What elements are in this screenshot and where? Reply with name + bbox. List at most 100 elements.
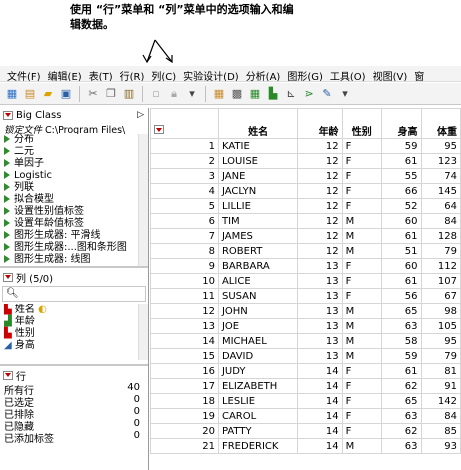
row-number[interactable]: 7 [150,228,219,244]
cell-age[interactable]: 12 [297,198,343,214]
fit-icon[interactable]: ⋗ [301,86,317,102]
cell-name[interactable]: SUSAN [217,288,299,304]
cell-weight[interactable]: 64 [420,198,461,214]
cell-sex[interactable]: M [341,303,383,319]
cell-age[interactable]: 13 [297,318,343,334]
cell-weight[interactable]: 95 [420,138,461,154]
cell-name[interactable]: LOUISE [217,153,299,169]
open-icon[interactable]: ▰ [40,86,56,102]
row-number[interactable]: 21 [150,438,219,454]
row-number[interactable]: 20 [150,423,219,439]
row-number[interactable]: 15 [150,348,219,364]
cell-height[interactable]: 63 [381,318,422,334]
cell-sex[interactable]: F [341,423,383,439]
cell-age[interactable]: 12 [297,153,343,169]
cell-age[interactable]: 14 [297,393,343,409]
new-script-icon[interactable]: ▤ [22,86,38,102]
table-corner[interactable] [150,108,219,139]
cell-weight[interactable]: 81 [420,363,461,379]
cell-height[interactable]: 62 [381,378,422,394]
cell-sex[interactable]: M [341,438,383,454]
cell-height[interactable]: 66 [381,183,422,199]
menu-table[interactable]: 表(T) [82,66,113,81]
row-number[interactable]: 6 [150,213,219,229]
grid-icon[interactable]: ▩ [229,86,245,102]
cell-sex[interactable]: F [341,363,383,379]
bar-chart-icon[interactable]: ▙ [265,86,281,102]
cell-height[interactable]: 58 [381,333,422,349]
column-header[interactable]: 年龄 [297,108,343,139]
xy-chart-icon[interactable]: ⊾ [283,86,299,102]
cell-height[interactable]: 59 [381,138,422,154]
lock-icon[interactable]: 🔒︎ [166,86,182,102]
script-item[interactable]: 图形生成器: 平滑线 [4,230,148,242]
cell-height[interactable]: 52 [381,198,422,214]
cell-sex[interactable]: M [341,348,383,364]
column-header[interactable]: 性别 [341,108,383,139]
script-item[interactable]: 拟合模型 [4,194,148,206]
menu-cols[interactable]: 列(C) [144,66,176,81]
cell-weight[interactable]: 67 [420,288,461,304]
cell-name[interactable]: KATIE [217,138,299,154]
cell-age[interactable]: 12 [297,213,343,229]
script-item[interactable]: Logistic [4,170,148,182]
table-row[interactable]: 3 JANE 12 F 55 74 [150,168,461,184]
table-row[interactable]: 6 TIM 12 M 60 84 [150,213,461,229]
cell-age[interactable]: 13 [297,288,343,304]
menu-window[interactable]: 窗 [407,66,424,81]
cell-age[interactable]: 12 [297,183,343,199]
panel-divider[interactable] [0,364,148,366]
cell-name[interactable]: TIM [217,213,299,229]
cell-sex[interactable]: F [341,378,383,394]
cell-name[interactable]: JACLYN [217,183,299,199]
table-row[interactable]: 12 JOHN 13 M 65 98 [150,303,461,319]
row-number[interactable]: 18 [150,393,219,409]
log-icon[interactable]: ▫ [148,86,164,102]
column-header[interactable]: 体重 [420,108,461,139]
row-number[interactable]: 1 [150,138,219,154]
row-number[interactable]: 19 [150,408,219,424]
cell-age[interactable]: 14 [297,423,343,439]
cell-age[interactable]: 13 [297,348,343,364]
cell-weight[interactable]: 145 [420,183,461,199]
menu-edit[interactable]: 编辑(E) [41,66,82,81]
cell-name[interactable]: DAVID [217,348,299,364]
cell-age[interactable]: 12 [297,228,343,244]
cell-name[interactable]: FREDERICK [217,438,299,454]
script-item[interactable]: 列联 [4,182,148,194]
table-row[interactable]: 16 JUDY 14 F 61 81 [150,363,461,379]
script-item[interactable]: 设置年龄值标签 [4,218,148,230]
menu-graph[interactable]: 图形(G) [280,66,323,81]
scripts-scrollbar[interactable] [138,134,148,266]
script-item[interactable]: 图形生成器:...图和条形图 [4,242,148,254]
cell-age[interactable]: 13 [297,303,343,319]
cell-weight[interactable]: 128 [420,228,461,244]
cell-weight[interactable]: 84 [420,213,461,229]
cell-age[interactable]: 13 [297,258,343,274]
cell-weight[interactable]: 123 [420,153,461,169]
table-row[interactable]: 8 ROBERT 12 M 51 79 [150,243,461,259]
cell-age[interactable]: 14 [297,363,343,379]
columns-scrollbar[interactable] [138,304,148,360]
cell-height[interactable]: 55 [381,168,422,184]
table-row[interactable]: 20 PATTY 14 F 62 85 [150,423,461,439]
script-item[interactable]: 单因子 [4,158,148,170]
cell-sex[interactable]: F [341,138,383,154]
script-item[interactable]: 图形生成器: 线图 [4,254,148,266]
cell-sex[interactable]: F [341,183,383,199]
cell-name[interactable]: JAMES [217,228,299,244]
column-item[interactable]: ◢ 身高 [4,340,148,352]
column-item[interactable]: ▙ 性别 [4,328,148,340]
cell-name[interactable]: ELIZABETH [217,378,299,394]
cell-height[interactable]: 56 [381,288,422,304]
cell-weight[interactable]: 105 [420,318,461,334]
cell-name[interactable]: MICHAEL [217,333,299,349]
cell-sex[interactable]: F [341,153,383,169]
cell-weight[interactable]: 142 [420,393,461,409]
cell-sex[interactable]: M [341,333,383,349]
cell-sex[interactable]: F [341,198,383,214]
cell-height[interactable]: 61 [381,363,422,379]
cell-name[interactable]: ROBERT [217,243,299,259]
cell-name[interactable]: CAROL [217,408,299,424]
cell-name[interactable]: JANE [217,168,299,184]
